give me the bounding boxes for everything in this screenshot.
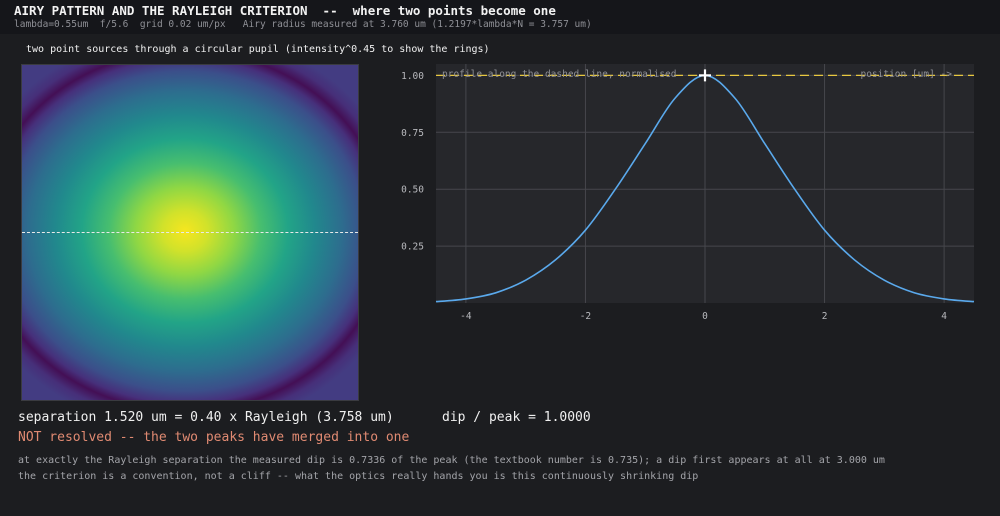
profile-plot-svg: 0.25 0.50 0.75 1.00 -4 -2 0 2 4 profile along th… (401, 64, 975, 322)
profile-dashed-line (22, 232, 358, 233)
x-tick-label: 2 (822, 311, 828, 322)
note-convention: the criterion is a convention, not a cli… (18, 471, 699, 482)
dip-readout: dip / peak = 1.0000 (442, 410, 591, 425)
x-tick-label: -4 (460, 311, 472, 322)
airy-pattern-image[interactable] (21, 64, 359, 401)
y-tick-label: 0.75 (401, 128, 424, 139)
note-rayleigh: at exactly the Rayleigh separation the m… (18, 455, 885, 466)
plot-annotation-left: profile along the dashed line, normalise… (442, 69, 677, 80)
resolution-status: NOT resolved -- the two peaks have merge… (18, 430, 410, 445)
page-title: AIRY PATTERN AND THE RAYLEIGH CRITERION … (14, 3, 556, 18)
parameter-line: lambda=0.55um f/5.6 grid 0.02 um/px Airy… (14, 19, 592, 30)
plot-annotation-right: position [um] -> (860, 69, 952, 80)
x-tick-label: 4 (941, 311, 947, 322)
x-tick-label: 0 (702, 311, 708, 322)
x-tick-label: -2 (580, 311, 591, 322)
y-tick-label: 0.50 (401, 185, 424, 196)
y-tick-label: 0.25 (401, 242, 424, 253)
y-tick-label: 1.00 (401, 71, 424, 82)
profile-chart[interactable]: 0.25 0.50 0.75 1.00 -4 -2 0 2 4 profile along th… (392, 62, 982, 324)
image-caption: two point sources through a circular pup… (26, 44, 490, 55)
separation-readout: separation 1.520 um = 0.40 x Rayleigh (3… (18, 410, 394, 425)
header-bar: AIRY PATTERN AND THE RAYLEIGH CRITERION … (0, 0, 1000, 34)
airy-pattern-render (22, 65, 358, 400)
